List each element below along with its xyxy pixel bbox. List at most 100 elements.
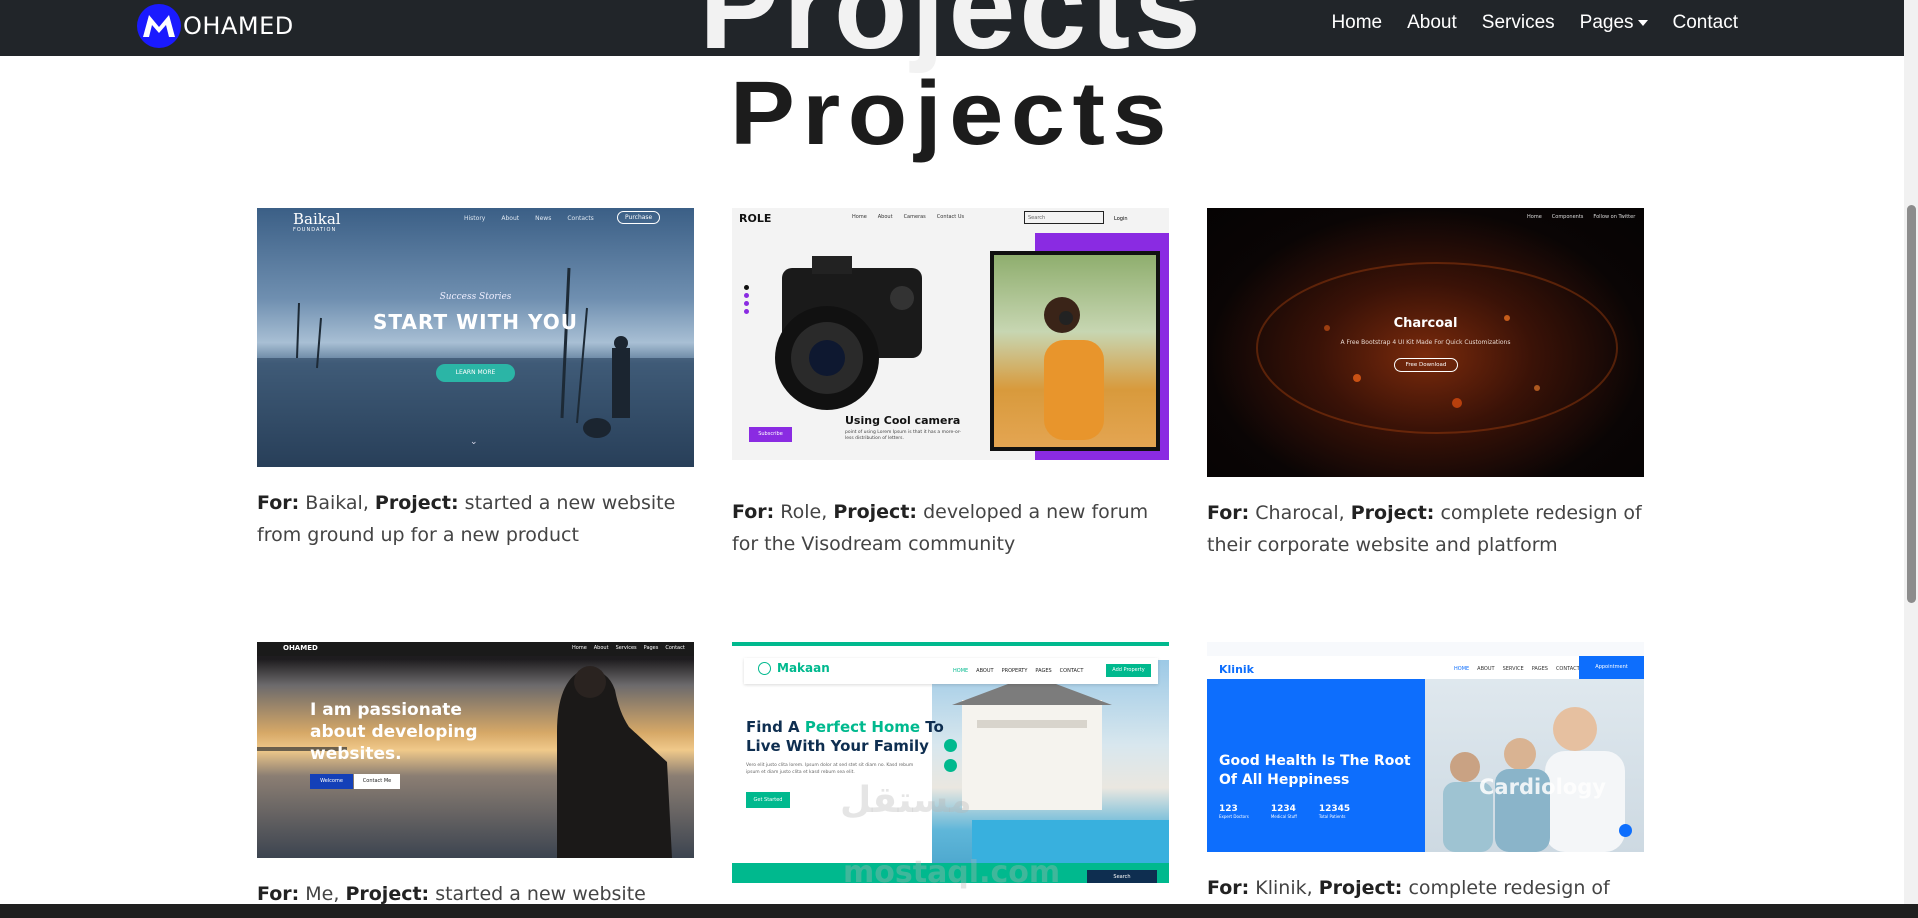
- thumb-headline-line: Good Health Is The Root: [1219, 753, 1411, 769]
- scrollbar-thumb[interactable]: [1907, 205, 1916, 603]
- thumb-headline: I am passionate about developing website…: [310, 699, 478, 765]
- thumb-button: Subscribe: [749, 427, 792, 442]
- thumb-menu-item: Contact Us: [936, 214, 965, 220]
- project-card-me: OHAMED Home About Services Pages Contact…: [257, 642, 694, 918]
- thumb-menu-item: CONTACT: [1059, 668, 1084, 674]
- thumb-headline-part: To: [920, 718, 944, 736]
- thumb-menu-item: Home: [572, 645, 587, 651]
- thumb-menu-item: History: [464, 215, 486, 222]
- client-name: Baikal,: [305, 492, 369, 514]
- stat-value: 123: [1219, 804, 1238, 814]
- thumb-login: Login: [1114, 216, 1128, 222]
- section-title: Projects: [729, 64, 1175, 164]
- back-to-top-icon: [1619, 824, 1632, 837]
- stat-label: Medical Stuff: [1270, 814, 1297, 819]
- thumb-search: Search: [1024, 211, 1104, 224]
- thumb-headline: Using Cool camera: [845, 414, 961, 427]
- carousel-next-icon: [944, 759, 957, 772]
- carousel-prev-icon: [944, 739, 957, 752]
- client-name: Charocal,: [1255, 502, 1345, 524]
- thumb-headline-line: Of All Heppiness: [1219, 772, 1350, 788]
- thumb-menu-item: ABOUT: [1477, 666, 1495, 672]
- client-name: Me,: [305, 883, 340, 905]
- thumb-headline: Charcoal: [1393, 316, 1458, 331]
- os-taskbar: [0, 904, 1918, 918]
- thumb-cta: Purchase: [617, 211, 661, 224]
- thumb-stats: 123 Expert Doctors 1234 Medical Stuff 1234…: [1219, 804, 1350, 819]
- thumb-topbar: [1207, 642, 1644, 656]
- thumb-button: LEARN MORE: [436, 364, 515, 382]
- thumb-dots: [744, 285, 749, 314]
- thumb-headline-accent: Perfect Home: [804, 718, 921, 736]
- thumb-menu-item: HOME: [1454, 666, 1470, 672]
- thumb-body: Vero elit justo clita lorem. Ipsum dolor…: [746, 763, 914, 775]
- thumb-menu-item: About: [593, 645, 609, 651]
- project-thumbnail[interactable]: OHAMED Home About Services Pages Contact…: [257, 642, 694, 858]
- project-thumbnail[interactable]: Home Components Follow on Twitter Charco…: [1207, 208, 1644, 477]
- for-label: For:: [1207, 877, 1250, 899]
- thumb-logo-sub: FOUNDATION: [293, 227, 337, 233]
- chevron-down-icon: ⌄: [470, 437, 478, 447]
- thumb-menu: Home Components Follow on Twitter: [1527, 214, 1635, 220]
- thumb-menu-item: Contacts: [567, 215, 594, 222]
- thumb-headline-part: Find A: [746, 718, 805, 736]
- stat-value: 12345: [1318, 804, 1351, 814]
- project-thumbnail[interactable]: ROLE Home About Cameras Contact Us Searc…: [732, 208, 1169, 460]
- thumb-search-button: Search: [1087, 870, 1157, 883]
- thumb-menu-item: CONTACT: [1555, 666, 1580, 672]
- home-icon: [758, 662, 771, 675]
- thumb-menu-item: Components: [1551, 214, 1584, 220]
- thumb-button: Free Download: [1394, 358, 1458, 372]
- thumb-headline: START WITH YOU: [373, 310, 578, 334]
- thumb-menu: HOME ABOUT SERVICE PAGES CONTACT: [1454, 666, 1580, 672]
- thumb-menu-item: Contact: [665, 645, 685, 651]
- project-card-charcoal: Home Components Follow on Twitter Charco…: [1207, 208, 1644, 561]
- thumb-sub: A Free Bootstrap 4 UI Kit Made For Quick…: [1340, 339, 1511, 346]
- thumb-menu-item: Follow on Twitter: [1593, 214, 1636, 220]
- thumb-menu-item: Services: [615, 645, 637, 651]
- watermark-url: mostaql.com: [843, 855, 1061, 890]
- project-description: For: Charocal, Project: complete redesig…: [1207, 497, 1644, 561]
- thumb-button-2: Contact Me: [354, 774, 400, 789]
- project-label: Project:: [1350, 502, 1435, 524]
- thumb-menu-item: Home: [852, 214, 867, 220]
- thumb-tagline: Success Stories: [439, 292, 512, 302]
- thumb-doctors-photo: [1425, 679, 1644, 852]
- project-card-klinik: Klinik HOME ABOUT SERVICE PAGES CONTACT …: [1207, 642, 1644, 918]
- project-label: Project:: [345, 883, 430, 905]
- thumb-menu-item: HOME: [953, 668, 969, 674]
- project-label: Project:: [833, 501, 918, 523]
- thumb-menu-item: PAGES: [1035, 668, 1052, 674]
- project-description: For: Baikal, Project: started a new webs…: [257, 487, 694, 551]
- watermark-arabic: مستقل: [840, 780, 972, 821]
- for-label: For:: [732, 501, 775, 523]
- thumb-menu: HOME ABOUT PROPERTY PAGES CONTACT: [953, 668, 1083, 674]
- thumb-menu-item: About: [877, 214, 893, 220]
- thumb-menu-item: PAGES: [1531, 666, 1548, 672]
- thumb-menu: Home About Cameras Contact Us: [852, 214, 964, 220]
- thumb-headline: Good Health Is The Root Of All Heppiness: [1219, 752, 1411, 790]
- stat-label: Expert Doctors: [1219, 814, 1249, 819]
- project-description: For: Role, Project: developed a new foru…: [732, 496, 1169, 560]
- thumb-headline-line: about developing: [310, 722, 478, 742]
- project-card-makaan: Makaan HOME ABOUT PROPERTY PAGES CONTACT…: [732, 642, 1169, 883]
- project-thumbnail[interactable]: Makaan HOME ABOUT PROPERTY PAGES CONTACT…: [732, 642, 1169, 883]
- project-thumbnail[interactable]: Klinik HOME ABOUT SERVICE PAGES CONTACT …: [1207, 642, 1644, 852]
- thumb-cta: Add Property: [1106, 664, 1151, 677]
- client-name: Role,: [780, 501, 828, 523]
- thumb-menu-item: About: [501, 215, 520, 222]
- thumb-logo: Baikal: [293, 210, 341, 228]
- thumb-cta: Appointment: [1579, 656, 1644, 679]
- thumb-headline: Find A Perfect Home To Live With Your Fa…: [746, 718, 944, 756]
- thumb-menu-item: News: [535, 215, 552, 222]
- thumb-menu-item: Pages: [643, 645, 659, 651]
- thumb-logo: ROLE: [739, 212, 772, 225]
- scrollbar[interactable]: [1904, 0, 1918, 904]
- thumb-menu-item: ABOUT: [976, 668, 994, 674]
- thumb-menu-item: SERVICE: [1502, 666, 1524, 672]
- thumb-overlay: Cardiology: [1479, 775, 1606, 799]
- for-label: For:: [257, 492, 300, 514]
- thumb-menu-item: Cameras: [903, 214, 926, 220]
- thumb-button-1: Welcome: [310, 774, 353, 789]
- project-thumbnail[interactable]: Baikal FOUNDATION History About News Con…: [257, 208, 694, 467]
